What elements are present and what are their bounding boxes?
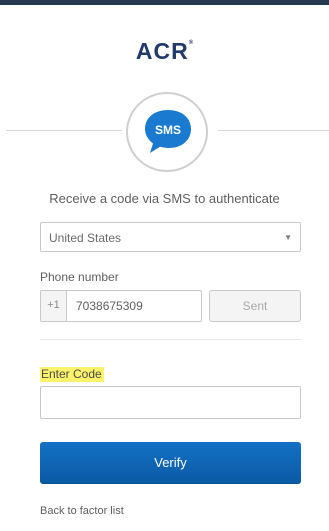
verify-button[interactable]: Verify bbox=[40, 442, 301, 484]
factor-divider-left bbox=[6, 130, 122, 131]
code-input[interactable] bbox=[40, 386, 301, 419]
mfa-sms-page: ACR® SMS Receive a code via SMS to authe… bbox=[0, 0, 329, 531]
section-divider bbox=[40, 339, 301, 340]
send-code-button[interactable]: Sent bbox=[209, 290, 301, 322]
logo-text: ACR bbox=[135, 38, 189, 64]
sms-bubble-icon: SMS bbox=[145, 110, 191, 153]
country-select[interactable]: United States ▼ bbox=[40, 222, 301, 252]
chevron-down-icon: ▼ bbox=[284, 233, 292, 242]
country-code-prefix: +1 bbox=[41, 291, 67, 321]
acr-logo: ACR® bbox=[0, 38, 329, 65]
phone-input-group: +1 bbox=[40, 290, 202, 322]
phone-number-input[interactable] bbox=[68, 291, 201, 321]
sms-badge-text: SMS bbox=[155, 123, 181, 137]
factor-divider-right bbox=[218, 130, 329, 131]
logo-registered-mark: ® bbox=[188, 40, 194, 46]
enter-code-label: Enter Code bbox=[40, 367, 104, 382]
phone-number-label: Phone number bbox=[40, 270, 119, 284]
instructions-text: Receive a code via SMS to authenticate bbox=[49, 191, 280, 206]
top-accent-bar bbox=[0, 0, 329, 5]
country-select-value: United States bbox=[49, 231, 122, 245]
back-to-factor-list-link[interactable]: Back to factor list bbox=[40, 505, 124, 517]
factor-icon-circle: SMS bbox=[126, 92, 208, 172]
